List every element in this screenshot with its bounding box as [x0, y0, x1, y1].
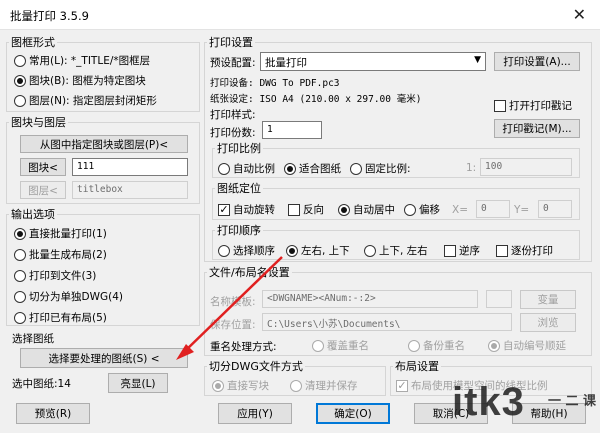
watermark-sub: 一 二 课: [548, 394, 597, 409]
annotation-arrow-icon: [176, 256, 283, 360]
watermark-logo: itk3: [452, 380, 525, 424]
